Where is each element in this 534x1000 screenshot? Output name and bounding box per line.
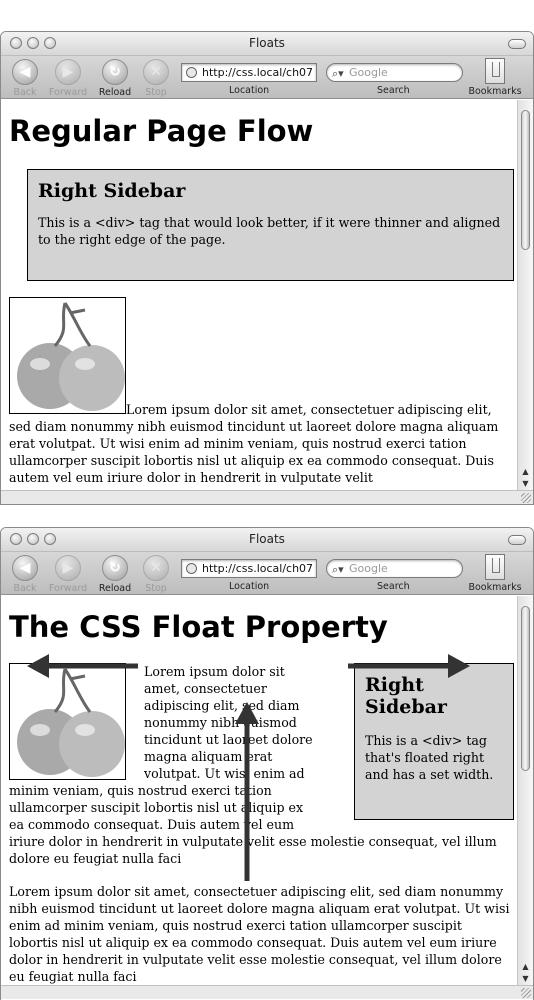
bookmarks-book-icon	[485, 58, 505, 84]
forward-button[interactable]: ▶ Forward	[43, 59, 93, 98]
body-paragraph: Lorem ipsum dolor sit amet, consectetuer…	[9, 297, 509, 486]
window-title: Floats	[249, 532, 285, 546]
magnifier-icon: ⌕▾	[332, 563, 344, 576]
page-heading: Regular Page Flow	[9, 114, 314, 148]
stop-icon: ✕	[143, 555, 169, 581]
location-caption: Location	[229, 85, 270, 96]
scroll-thumb[interactable]	[521, 110, 530, 250]
forward-arrow-icon: ▶	[55, 555, 81, 581]
scroll-up-arrow[interactable]: ▲	[518, 961, 533, 973]
resize-grip-icon[interactable]	[521, 493, 531, 503]
page-content: The CSS Float Property Right Sidebar Thi…	[1, 596, 517, 985]
stop-icon: ✕	[143, 59, 169, 85]
address-field[interactable]: http://css.local/ch07	[181, 63, 317, 82]
bookmarks-label: Bookmarks	[468, 86, 522, 97]
search-field[interactable]: ⌕▾ Google	[326, 559, 463, 578]
browser-window-float: Floats ◀ Back ▶ Forward ↻ Reload ✕ Stop …	[0, 527, 534, 1000]
title-bar[interactable]: Floats	[1, 32, 533, 56]
page-content: Regular Page Flow Right Sidebar This is …	[1, 100, 517, 490]
right-sidebar-floated: Right Sidebar This is a <div> tag that's…	[354, 663, 514, 820]
status-bar	[1, 490, 533, 504]
vertical-scrollbar[interactable]: ▲ ▼	[517, 596, 533, 985]
forward-label: Forward	[48, 583, 88, 594]
address-value: http://css.local/ch07	[202, 66, 314, 79]
search-placeholder: Google	[349, 66, 388, 79]
paragraph-block: Lorem ipsum dolor sit amet, consectetuer…	[9, 297, 509, 486]
sidebar-text: This is a <div> tag that would look bett…	[38, 215, 501, 247]
vertical-scrollbar[interactable]: ▲ ▼	[517, 100, 533, 490]
bookmarks-button[interactable]: Bookmarks	[465, 554, 525, 593]
right-sidebar-box: Right Sidebar This is a <div> tag that w…	[27, 169, 514, 281]
stop-label: Stop	[145, 583, 167, 594]
sidebar-text: This is a <div> tag that's floated right…	[365, 733, 494, 782]
toolbar-toggle-button[interactable]	[508, 39, 526, 49]
scroll-up-arrow[interactable]: ▲	[518, 466, 533, 478]
toolbar-toggle-button[interactable]	[508, 535, 526, 545]
resize-grip-icon[interactable]	[521, 988, 531, 998]
sidebar-title: Right Sidebar	[365, 674, 447, 718]
magnifier-icon: ⌕▾	[332, 67, 344, 80]
window-title: Floats	[249, 36, 285, 50]
reload-icon: ↻	[102, 555, 128, 581]
search-field[interactable]: ⌕▾ Google	[326, 63, 463, 82]
browser-window-regular-flow: Floats ◀ Back ▶ Forward ↻ Reload ✕ Stop …	[0, 31, 534, 505]
site-globe-icon	[186, 563, 197, 574]
site-globe-icon	[186, 67, 197, 78]
toolbar: ◀ Back ▶ Forward ↻ Reload ✕ Stop http://…	[1, 552, 533, 595]
tomato-photo	[9, 663, 126, 780]
bookmarks-label: Bookmarks	[468, 582, 522, 593]
status-bar	[1, 985, 533, 999]
scroll-thumb[interactable]	[521, 606, 530, 771]
back-arrow-icon: ◀	[12, 59, 38, 85]
address-field[interactable]: http://css.local/ch07	[181, 559, 317, 578]
forward-arrow-icon: ▶	[55, 59, 81, 85]
float-demo: Right Sidebar This is a <div> tag that's…	[9, 663, 514, 985]
stop-label: Stop	[145, 87, 167, 98]
stop-button[interactable]: ✕ Stop	[131, 59, 181, 98]
body-paragraph-text: Lorem ipsum dolor sit amet, consectetuer…	[9, 402, 499, 485]
forward-label: Forward	[48, 87, 88, 98]
reload-icon: ↻	[102, 59, 128, 85]
page-heading: The CSS Float Property	[9, 610, 388, 644]
scroll-down-arrow[interactable]: ▼	[518, 478, 533, 490]
bookmarks-button[interactable]: Bookmarks	[465, 58, 525, 97]
title-bar[interactable]: Floats	[1, 528, 533, 552]
tomato-photo	[9, 297, 126, 414]
forward-button[interactable]: ▶ Forward	[43, 555, 93, 594]
second-paragraph: Lorem ipsum dolor sit amet, consectetuer…	[9, 884, 510, 984]
back-arrow-icon: ◀	[12, 555, 38, 581]
search-caption: Search	[377, 85, 410, 96]
search-placeholder: Google	[349, 562, 388, 575]
bookmarks-book-icon	[485, 554, 505, 580]
scroll-down-arrow[interactable]: ▼	[518, 973, 533, 985]
location-caption: Location	[229, 581, 270, 592]
address-value: http://css.local/ch07	[202, 562, 314, 575]
toolbar: ◀ Back ▶ Forward ↻ Reload ✕ Stop http://…	[1, 56, 533, 99]
stop-button[interactable]: ✕ Stop	[131, 555, 181, 594]
search-caption: Search	[377, 581, 410, 592]
sidebar-title: Right Sidebar	[38, 180, 186, 202]
